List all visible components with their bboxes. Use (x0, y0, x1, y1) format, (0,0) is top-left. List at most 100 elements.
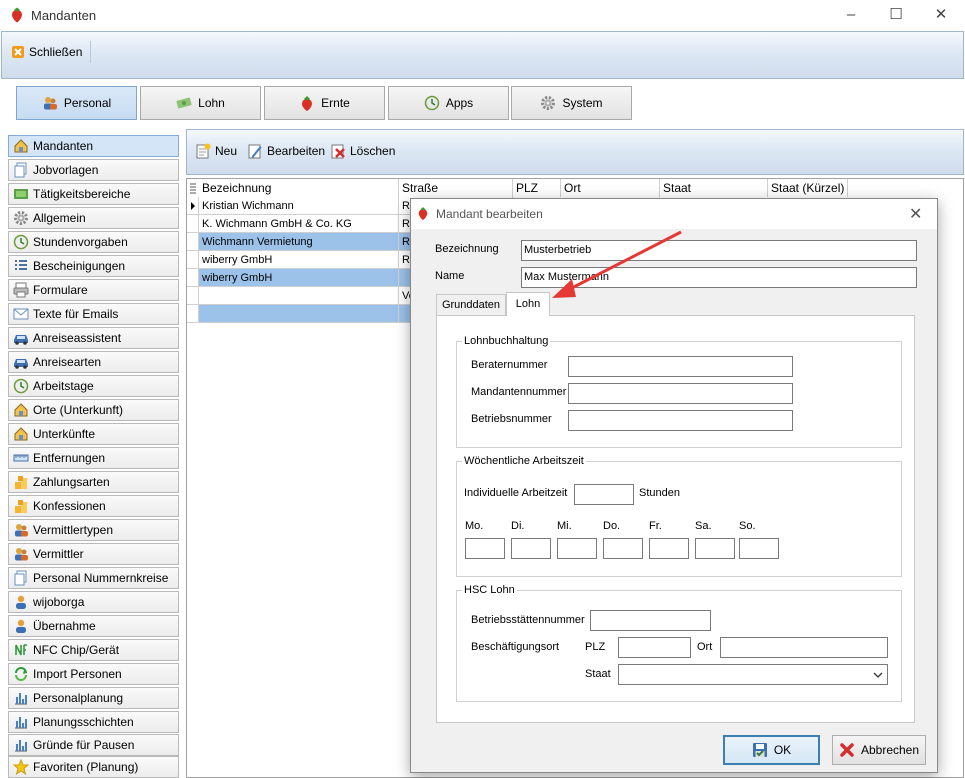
copy-icon (13, 570, 29, 586)
close-window-button[interactable]: ✕ (918, 0, 964, 31)
weekday-hours-input[interactable] (511, 538, 551, 559)
module-tab-personal[interactable]: Personal (16, 86, 137, 120)
weekday-hours-input[interactable] (739, 538, 779, 559)
beraternummer-input[interactable] (568, 356, 793, 377)
sidebar-item-übernahme[interactable]: Übernahme (8, 615, 179, 637)
column-header-staat-kuerzel[interactable]: Staat (Kürzel) (768, 179, 848, 197)
dialog-close-button[interactable]: ✕ (909, 204, 922, 224)
sidebar-item-stundenvorgaben[interactable]: Stundenvorgaben (8, 231, 179, 253)
import-icon (13, 666, 29, 682)
weekday-hours-input[interactable] (603, 538, 643, 559)
ribbon-toolbar: Schließen (1, 31, 964, 79)
sidebar-item-anreiseassistent[interactable]: Anreiseassistent (8, 327, 179, 349)
sidebar-item-entfernungen[interactable]: Entfernungen (8, 447, 179, 469)
maximize-button[interactable]: ☐ (873, 0, 919, 31)
sidebar-item-bescheinigungen[interactable]: Bescheinigungen (8, 255, 179, 277)
tab-grunddaten[interactable]: Grunddaten (436, 294, 506, 315)
sidebar-item-texte-für-emails[interactable]: Texte für Emails (8, 303, 179, 325)
schliessen-button[interactable]: Schließen (10, 41, 92, 63)
sidebar-item-label: Jobvorlagen (33, 163, 99, 177)
sidebar-item-label: Gründe für Pausen (33, 738, 135, 752)
strawberry-icon (12, 7, 22, 23)
bezeichnung-label: Bezeichnung (435, 243, 499, 255)
minimize-button[interactable]: – (828, 0, 874, 31)
edit-icon (248, 144, 262, 159)
tab-lohn[interactable]: Lohn (506, 292, 550, 316)
sidebar-item-planungsschichten[interactable]: Planungsschichten (8, 711, 179, 733)
house-icon (13, 426, 29, 442)
module-tab-system[interactable]: System (511, 86, 632, 120)
table-cell: Kristian Wichmann (199, 197, 399, 215)
module-tab-ernte[interactable]: Ernte (264, 86, 385, 120)
strawberry-icon (302, 96, 313, 111)
betriebsnummer-input[interactable] (568, 410, 793, 431)
cancel-icon (840, 743, 854, 757)
sidebar-item-label: Vermittlertypen (33, 523, 114, 537)
module-tab-apps[interactable]: Apps (388, 86, 509, 120)
ok-button[interactable]: OK (723, 735, 820, 765)
plz-input[interactable] (618, 637, 691, 658)
individuelle-arbeitzeit-label: Individuelle Arbeitzeit (464, 487, 568, 499)
sidebar-item-anreisearten[interactable]: Anreisearten (8, 351, 179, 373)
weekday-hours-input[interactable] (557, 538, 597, 559)
apps-icon (424, 95, 440, 111)
content-toolbar: Neu Bearbeiten Löschen (186, 129, 964, 175)
sidebar-item-arbeitstage[interactable]: Arbeitstage (8, 375, 179, 397)
sidebar-item-wijoborga[interactable]: wijoborga (8, 591, 179, 613)
sidebar-item-personal-nummernkreise[interactable]: Personal Nummernkreise (8, 567, 179, 589)
weekday-hours-input[interactable] (649, 538, 689, 559)
mandantennummer-input[interactable] (568, 383, 793, 404)
sidebar-item-gründe-für-pausen[interactable]: Gründe für Pausen (8, 734, 179, 756)
sidebar-item-tätigkeitsbereiche[interactable]: Tätigkeitsbereiche (8, 183, 179, 205)
column-header-ort[interactable]: Ort (561, 179, 660, 197)
module-tab-label: Personal (63, 96, 112, 110)
weekday-label: Mo. (465, 520, 484, 532)
sidebar-item-label: NFC Chip/Gerät (33, 643, 120, 657)
module-tab-lohn[interactable]: Lohn (140, 86, 261, 120)
delete-button[interactable]: Löschen (330, 140, 395, 162)
sidebar-item-konfessionen[interactable]: Konfessionen (8, 495, 179, 517)
house-icon (13, 138, 29, 154)
row-indicator-icon (187, 197, 199, 215)
group-arbeitszeit-title: Wöchentliche Arbeitszeit (462, 455, 586, 467)
sidebar-item-formulare[interactable]: Formulare (8, 279, 179, 301)
sidebar-item-mandanten[interactable]: Mandanten (8, 135, 179, 157)
weekday-hours-input[interactable] (465, 538, 505, 559)
sidebar-item-nfc-chip-gerät[interactable]: NFC Chip/Gerät (8, 639, 179, 661)
chart-icon (13, 737, 29, 753)
edit-label: Bearbeiten (267, 144, 326, 158)
sidebar-item-label: Personal Nummernkreise (33, 571, 169, 585)
row-indicator (187, 233, 199, 251)
weekday-hours-input[interactable] (695, 538, 735, 559)
edit-button[interactable]: Bearbeiten (247, 140, 325, 162)
sidebar-item-favoriten-planung[interactable]: Favoriten (Planung) (8, 756, 179, 778)
cancel-button[interactable]: Abbrechen (832, 735, 926, 765)
column-header-bezeichnung[interactable]: Bezeichnung (199, 179, 399, 197)
sidebar-item-unterkünfte[interactable]: Unterkünfte (8, 423, 179, 445)
sidebar-item-orte-unterkunft[interactable]: Orte (Unterkunft) (8, 399, 179, 421)
sidebar-item-label: Zahlungsarten (33, 475, 110, 489)
sidebar-item-vermittler[interactable]: Vermittler (8, 543, 179, 565)
row-indicator (187, 287, 199, 305)
sidebar-item-import-personen[interactable]: Import Personen (8, 663, 179, 685)
money-icon (176, 97, 192, 109)
betriebsstaettennummer-label: Betriebsstättennummer (471, 614, 585, 626)
column-chooser-icon[interactable] (187, 179, 199, 197)
sidebar-item-zahlungsarten[interactable]: Zahlungsarten (8, 471, 179, 493)
delete-label: Löschen (350, 144, 396, 158)
weekday-label: So. (739, 520, 756, 532)
sidebar-item-allgemein[interactable]: Allgemein (8, 207, 179, 229)
column-header-plz[interactable]: PLZ (513, 179, 561, 197)
individuelle-arbeitzeit-input[interactable] (574, 484, 634, 505)
new-button[interactable]: Neu (195, 140, 237, 162)
column-header-strasse[interactable]: Straße (399, 179, 513, 197)
column-header-staat[interactable]: Staat (660, 179, 768, 197)
staat-select[interactable] (618, 664, 888, 685)
sidebar-item-jobvorlagen[interactable]: Jobvorlagen (8, 159, 179, 181)
printer-icon (13, 282, 29, 298)
sidebar-item-vermittlertypen[interactable]: Vermittlertypen (8, 519, 179, 541)
sidebar-item-personalplanung[interactable]: Personalplanung (8, 687, 179, 709)
betriebsstaettennummer-input[interactable] (590, 610, 711, 631)
table-cell: Wichmann Vermietung (199, 233, 399, 251)
ort-input[interactable] (720, 637, 888, 658)
